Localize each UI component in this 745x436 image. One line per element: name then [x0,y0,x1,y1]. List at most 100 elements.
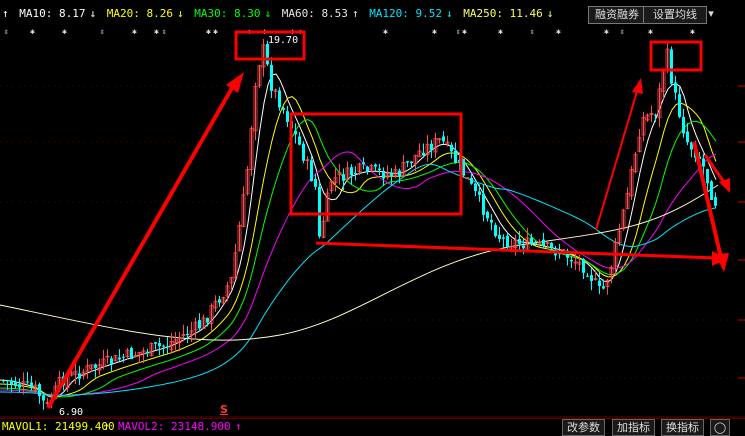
candle-body [382,170,385,179]
candle-body [278,90,281,108]
candle-body [410,161,413,164]
candle-body [286,111,289,122]
ma120-label: MA120: 9.52 [369,7,443,20]
candle-body [166,346,169,348]
candle-body [118,357,121,360]
mavol2-arrow: ↑ [235,420,242,433]
candle-body [686,131,689,143]
options-icon[interactable]: ◯ [710,419,730,436]
candle-body [506,235,509,248]
candle-body [30,382,33,388]
candle-body [186,333,189,336]
candle-body [494,224,497,237]
drop-arrow-upper-head [719,178,730,193]
candle-body [490,219,493,223]
ma30-arrow: ↓ [264,7,272,20]
candle-body [598,280,601,287]
add-indicator-button[interactable]: 加指标 [612,419,655,436]
candle-body [502,237,505,239]
candle-body [654,114,657,116]
candle-body [378,168,381,170]
second-up-arrow-head [632,78,643,94]
ma-legend: ↑ MA10: 8.17 ↓ MA20: 8.26 ↓ MA30: 8.30 ↓ MA… [2,7,557,20]
ma250-arrow: ↓ [546,7,554,20]
candle-body [602,286,605,289]
switch-indicator-button[interactable]: 换指标 [661,419,704,436]
candle-body [110,358,113,364]
candle-body [710,181,713,200]
candle-body [298,136,301,145]
candle-body [478,191,481,195]
candle-body [158,343,161,347]
candle-body [534,243,537,245]
candle-body [38,384,41,397]
candle-body [530,237,533,245]
candle-body [2,380,5,382]
candle-body [26,381,29,383]
candle-body [374,164,377,167]
ma60-arrow: ↑ [351,7,359,20]
candle-body [270,65,273,91]
candle-body [522,245,525,249]
candle-body [486,211,489,219]
candle-body [550,242,553,248]
candle-body [314,179,317,187]
candle-body [390,172,393,176]
candle-body [146,351,149,354]
second-up-arrow-line [595,87,639,231]
candles [2,38,717,410]
candle-body [294,130,297,135]
candle-body [570,259,573,262]
ma250-label: MA250: 11.46 [463,7,543,20]
candlestick-chart[interactable]: 19.70 6.90 [0,30,745,418]
candle-body [218,299,221,303]
candle-body [42,395,45,401]
ma250-line [0,184,719,341]
candle-body [130,348,133,360]
margin-trading-button[interactable]: 融资融券 [588,6,646,24]
ma10-arrow: ↓ [89,7,97,20]
candle-body [406,161,409,163]
candle-body [362,162,365,165]
candle-body [154,342,157,344]
candle-body [590,275,593,282]
low-price-label: 6.90 [59,407,83,418]
candle-body [354,173,357,175]
high-price-label: 19.70 [268,35,298,46]
candle-body [518,238,521,244]
mavol1-arrow: ↑ [103,420,110,433]
candle-body [706,169,709,184]
ma-lines [0,73,719,398]
candle-body [670,49,673,84]
candle-body [6,380,9,382]
candle-body [678,94,681,117]
candle-body [450,144,453,152]
ma-prefix-arrow: ↑ [2,7,9,20]
candle-body [366,166,369,172]
ma10-line [0,73,717,398]
candle-body [198,320,201,329]
ma-legend-bar: ↑ MA10: 8.17 ↓ MA20: 8.26 ↓ MA30: 8.30 ↓ MA… [0,0,745,26]
candle-body [674,82,677,93]
mavol2-label: MAVOL2: 23148.900 [118,420,231,433]
change-params-button[interactable]: 改参数 [562,419,605,436]
candle-body [454,150,457,163]
ma20-arrow: ↓ [176,7,184,20]
candle-body [162,345,165,347]
candle-body [542,239,545,246]
candle-body [398,170,401,176]
set-ma-button[interactable]: 设置均线 [643,6,707,24]
settings-dropdown-icon[interactable]: ▾ [703,6,719,22]
sell-signal-marker: S [220,403,228,416]
candle-body [702,158,705,167]
candle-body [318,186,321,237]
candle-body [122,356,125,358]
candle-body [78,373,81,379]
candle-body [430,143,433,151]
candle-body [442,136,445,142]
candle-body [18,384,21,388]
candle-body [342,174,345,181]
volume-indicator-bar: MAVOL1: 21499.400 ↑ MAVOL2: 23148.900 ↑ … [0,418,745,436]
candle-body [266,43,269,65]
candle-body [470,178,473,184]
